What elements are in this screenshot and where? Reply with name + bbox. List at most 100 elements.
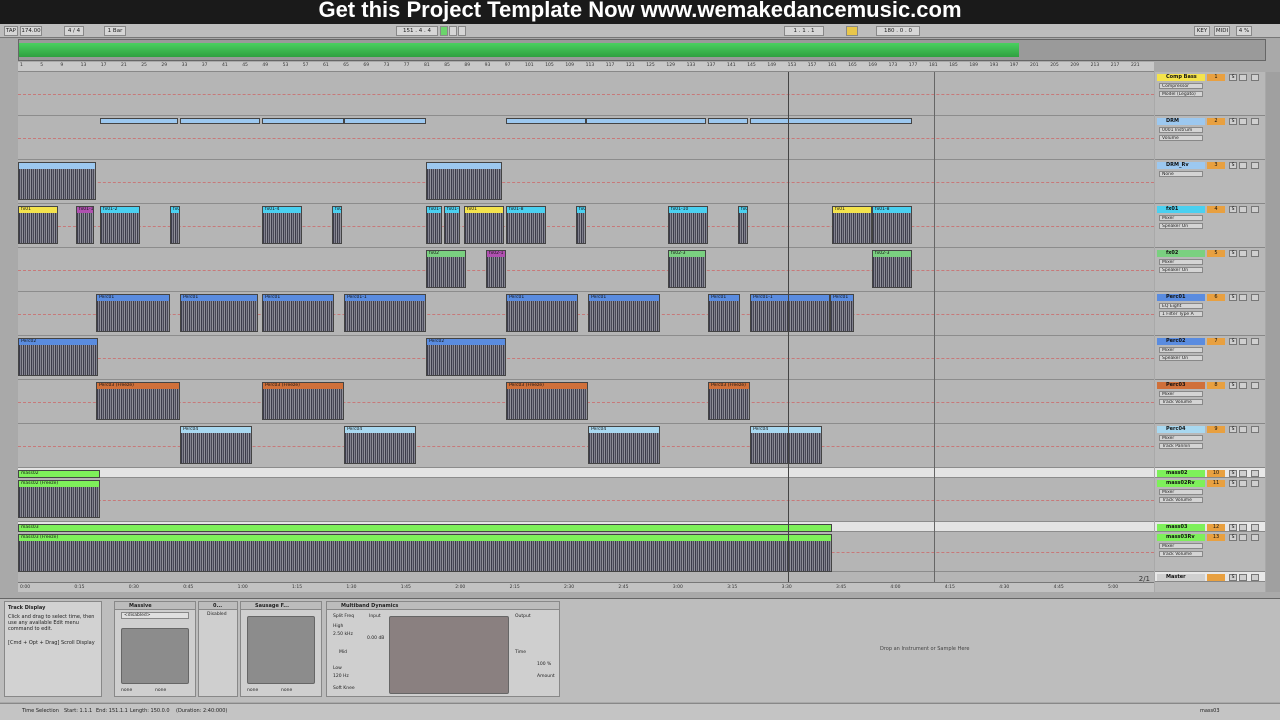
- clip[interactable]: fx01: [464, 206, 504, 244]
- arm-button[interactable]: [1239, 470, 1247, 477]
- clip[interactable]: fx01-2: [100, 206, 140, 244]
- clip[interactable]: Perc03 (Freeze): [506, 382, 588, 420]
- track-header-fx02[interactable]: fx02 5 S Mixer Speaker On: [1155, 248, 1265, 292]
- monitor-button[interactable]: [1251, 524, 1259, 531]
- input-gain-value[interactable]: 0.00 dB: [367, 636, 384, 641]
- clip[interactable]: Perc01: [180, 294, 258, 332]
- clip[interactable]: fx01: [738, 206, 748, 244]
- solo-button[interactable]: S: [1229, 118, 1237, 125]
- loop-start-field[interactable]: 1 . 1 . 1: [784, 26, 824, 36]
- clip[interactable]: fx01: [332, 206, 342, 244]
- sausage-fattener-device[interactable]: Sausage F... none none: [240, 601, 322, 697]
- track-lane-drm_rv[interactable]: [18, 160, 1154, 204]
- track-header-mass03[interactable]: mass03 12 S: [1155, 522, 1265, 532]
- clip[interactable]: Perc01-1: [750, 294, 830, 332]
- soft-knee-button[interactable]: Soft Knee: [333, 686, 355, 691]
- monitor-button[interactable]: [1251, 480, 1259, 487]
- low-freq-field[interactable]: 120 Hz: [333, 674, 349, 679]
- clip[interactable]: Perc01: [262, 294, 334, 332]
- track-header-mass02[interactable]: mass02 10 S: [1155, 468, 1265, 478]
- monitor-button[interactable]: [1251, 426, 1259, 433]
- automation-chooser[interactable]: 1 Filter Type A: [1159, 311, 1203, 317]
- automation-chooser[interactable]: Mixer: [1159, 347, 1203, 353]
- loop-switch-icon[interactable]: [846, 26, 858, 36]
- automation-chooser[interactable]: Mixer: [1159, 435, 1203, 441]
- automation-chooser[interactable]: Track Volume: [1159, 551, 1203, 557]
- monitor-button[interactable]: [1251, 118, 1259, 125]
- clip[interactable]: Perc01: [506, 294, 578, 332]
- solo-button[interactable]: S: [1229, 382, 1237, 389]
- automation-chooser[interactable]: EQ Eight: [1159, 303, 1203, 309]
- track-activator[interactable]: 9: [1207, 426, 1225, 433]
- track-lane-perc01[interactable]: Perc01 Perc01 Perc01 Perc01-1 Perc01 Perc01 Pe…: [18, 292, 1154, 336]
- track-lane-mass03[interactable]: mass03: [18, 522, 1154, 532]
- preset-menu[interactable]: <disabled>: [121, 612, 189, 619]
- track-name[interactable]: DRM: [1157, 118, 1205, 125]
- clip[interactable]: Perc03 (Freeze): [708, 382, 750, 420]
- track-header-fx01[interactable]: fx01 4 S Mixer Speaker On: [1155, 204, 1265, 248]
- track-lane-drm[interactable]: [18, 116, 1154, 160]
- tap-tempo-button[interactable]: TAP: [4, 26, 18, 36]
- track-lane-fx01[interactable]: fx01fx01-1fx01-2fx01fx01-4fx01fx01-6fx01…: [18, 204, 1154, 248]
- clip[interactable]: mass02 (Freeze): [18, 480, 100, 518]
- track-lane-mass03rv[interactable]: mass03 (Freeze): [18, 532, 1154, 572]
- track-name[interactable]: fx01: [1157, 206, 1205, 213]
- arm-button[interactable]: [1239, 74, 1247, 81]
- track-name[interactable]: Master: [1157, 574, 1205, 581]
- track-name[interactable]: Perc04: [1157, 426, 1205, 433]
- monitor-button[interactable]: [1251, 534, 1259, 541]
- track-header-comp bass[interactable]: Comp Bass 1 S Compressor Model (Legato): [1155, 72, 1265, 116]
- track-lane-perc02[interactable]: Perc02 Perc02: [18, 336, 1154, 380]
- track-activator[interactable]: 2: [1207, 118, 1225, 125]
- automation-chooser[interactable]: None: [1159, 171, 1203, 177]
- track-name[interactable]: Perc01: [1157, 294, 1205, 301]
- automation-chooser[interactable]: 0001 Instrum: [1159, 127, 1203, 133]
- automation-chooser[interactable]: Mixer: [1159, 259, 1203, 265]
- arm-button[interactable]: [1239, 118, 1247, 125]
- clip[interactable]: Perc04: [750, 426, 822, 464]
- monitor-button[interactable]: [1251, 470, 1259, 477]
- key-map-button[interactable]: KEY: [1194, 26, 1210, 36]
- clip[interactable]: Perc03 (Freeze): [96, 382, 180, 420]
- playhead[interactable]: [788, 72, 789, 582]
- loop-length-field[interactable]: 180 . 0 . 0: [876, 26, 920, 36]
- stop-icon[interactable]: [449, 26, 457, 36]
- clip[interactable]: Perc02: [18, 338, 98, 376]
- track-header-drm_rv[interactable]: DRM_Rv 3 S None: [1155, 160, 1265, 204]
- clip[interactable]: [344, 118, 426, 124]
- track-header-perc02[interactable]: Perc02 7 S Mixer Speaker On: [1155, 336, 1265, 380]
- track-activator[interactable]: 7: [1207, 338, 1225, 345]
- track-header-mass03rv[interactable]: mass03Rv 13 S Mixer Track Volume: [1155, 532, 1265, 572]
- high-freq-field[interactable]: 2.50 kHz: [333, 632, 353, 637]
- arm-button[interactable]: [1239, 480, 1247, 487]
- arm-button[interactable]: [1239, 250, 1247, 257]
- beat-ruler[interactable]: 1 5 9 13 17 21 25 29 33 37 41 45 49 53 57 61 65 69 73 77 81 8…: [18, 62, 1154, 72]
- monitor-button[interactable]: [1251, 162, 1259, 169]
- clip[interactable]: fx01: [170, 206, 180, 244]
- solo-button[interactable]: S: [1229, 524, 1237, 531]
- track-activator[interactable]: [1207, 574, 1225, 581]
- monitor-button[interactable]: [1251, 250, 1259, 257]
- clip[interactable]: fx01-8: [872, 206, 912, 244]
- track-name[interactable]: fx02: [1157, 250, 1205, 257]
- disabled-device[interactable]: 0... Disabled: [198, 601, 238, 697]
- monitor-button[interactable]: [1251, 338, 1259, 345]
- clip[interactable]: [18, 162, 96, 200]
- clip[interactable]: fx02-1: [486, 250, 506, 288]
- solo-button[interactable]: S: [1229, 480, 1237, 487]
- track-header-perc03[interactable]: Perc03 8 S Mixer Track Volume: [1155, 380, 1265, 424]
- clip[interactable]: [180, 118, 260, 124]
- arm-button[interactable]: [1239, 294, 1247, 301]
- clip[interactable]: fx02-3: [668, 250, 706, 288]
- track-name[interactable]: mass02: [1157, 470, 1205, 477]
- track-activator[interactable]: 10: [1207, 470, 1225, 477]
- clip[interactable]: [708, 118, 748, 124]
- track-name[interactable]: mass03Rv: [1157, 534, 1205, 541]
- automation-chooser[interactable]: Speaker On: [1159, 267, 1203, 273]
- track-activator[interactable]: 3: [1207, 162, 1225, 169]
- solo-button[interactable]: S: [1229, 74, 1237, 81]
- automation-chooser[interactable]: Speaker On: [1159, 223, 1203, 229]
- track-lane-fx02[interactable]: fx02 fx02-1 fx02-3 fx02-3: [18, 248, 1154, 292]
- record-icon[interactable]: [458, 26, 466, 36]
- track-name[interactable]: Perc02: [1157, 338, 1205, 345]
